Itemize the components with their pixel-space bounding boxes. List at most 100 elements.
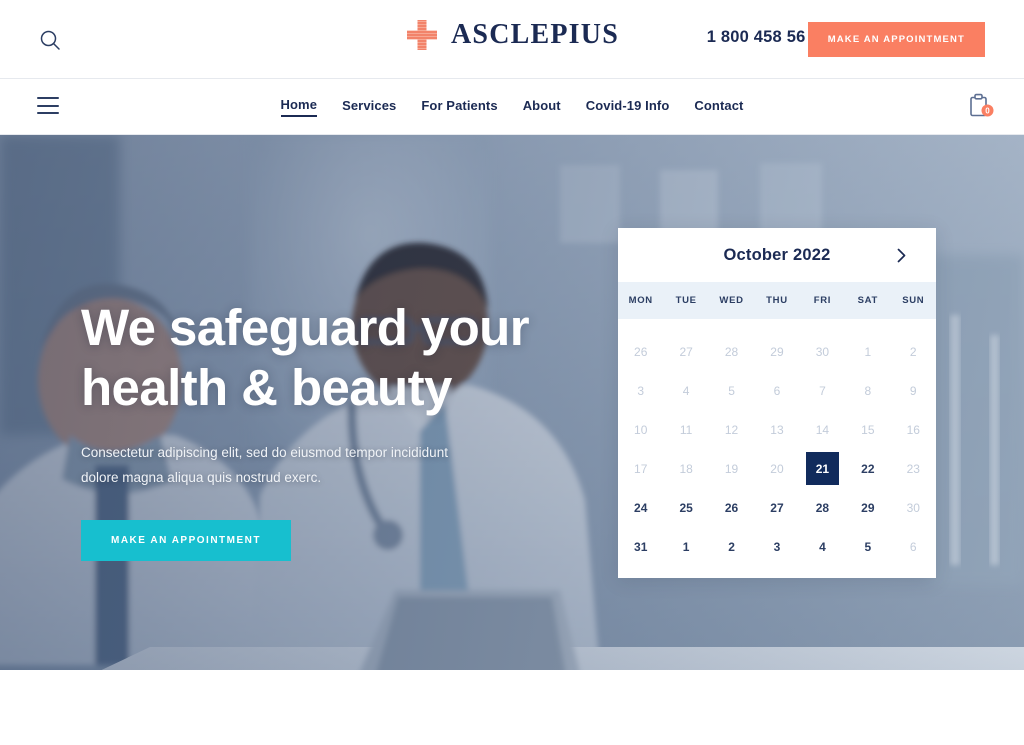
calendar-day: 19 (709, 449, 754, 488)
nav-item-services[interactable]: Services (342, 98, 396, 116)
calendar-day-number: 1 (682, 539, 690, 554)
calendar-day: 2 (891, 332, 936, 371)
calendar-day-number: 15 (861, 422, 875, 437)
calendar-day: 28 (709, 332, 754, 371)
calendar-day: 17 (618, 449, 663, 488)
calendar-day[interactable]: 24 (618, 488, 663, 527)
calendar-day: 18 (663, 449, 708, 488)
calendar-day-number: 6 (773, 383, 781, 398)
calendar-day-number: 27 (770, 500, 784, 515)
calendar-day: 23 (891, 449, 936, 488)
calendar-day-number: 19 (724, 461, 739, 476)
calendar-day-number: 26 (724, 500, 739, 515)
make-appointment-button-header[interactable]: MAKE AN APPOINTMENT (807, 22, 985, 57)
calendar-day: 5 (709, 371, 754, 410)
weekday-mon: MON (628, 295, 653, 306)
calendar-weekday-header: MON TUE WED THU FRI SAT SUN (618, 282, 936, 319)
hero-title: We safeguard your health & beauty (81, 298, 581, 418)
calendar-day-number: 30 (906, 500, 920, 515)
calendar-day-number: 2 (728, 539, 735, 554)
calendar-day: 29 (754, 332, 799, 371)
calendar-day[interactable]: 29 (845, 488, 890, 527)
calendar-day-number: 5 (864, 539, 872, 554)
calendar-day-number: 8 (864, 383, 872, 398)
calendar-day: 4 (663, 371, 708, 410)
calendar-day-number: 27 (679, 344, 693, 359)
calendar-day-selected[interactable]: 21 (800, 449, 845, 488)
main-navigation-bar: Home Services For Patients About Covid-1… (0, 79, 1024, 135)
nav-links: Home Services For Patients About Covid-1… (0, 79, 1024, 135)
calendar-day[interactable]: 22 (845, 449, 890, 488)
hero-title-line-1: We safeguard your (81, 299, 530, 356)
calendar-month-label: October 2022 (723, 245, 831, 264)
calendar-day: 7 (800, 371, 845, 410)
calendar-day: 13 (754, 410, 799, 449)
calendar-day[interactable]: 1 (663, 527, 708, 566)
weekday-fri: FRI (813, 295, 832, 306)
nav-item-covid-19-info[interactable]: Covid-19 Info (586, 98, 670, 116)
calendar-day: 3 (618, 371, 663, 410)
calendar-day-number: 4 (682, 383, 690, 398)
clipboard-icon: 0 (970, 93, 994, 117)
weekday-wed: WED (719, 295, 744, 306)
weekday-thu: THU (766, 295, 788, 306)
calendar-day-number: 21 (805, 452, 839, 485)
calendar-day-number: 3 (637, 383, 645, 398)
calendar-day[interactable]: 26 (709, 488, 754, 527)
calendar-day: 15 (845, 410, 890, 449)
hero-title-line-2: health & beauty (81, 359, 452, 416)
make-appointment-button-hero[interactable]: MAKE AN APPOINTMENT (81, 520, 291, 561)
calendar-day[interactable]: 3 (754, 527, 799, 566)
calendar-day[interactable]: 28 (800, 488, 845, 527)
calendar-day-number: 28 (724, 344, 739, 359)
calendar-day-number: 13 (770, 422, 784, 437)
calendar-day-number: 10 (634, 422, 648, 437)
nav-item-contact[interactable]: Contact (694, 98, 743, 116)
calendar-day[interactable]: 2 (709, 527, 754, 566)
calendar-day-number: 4 (819, 539, 826, 554)
calendar-day-number: 30 (815, 344, 830, 359)
calendar-day-number: 29 (770, 344, 784, 359)
medical-cross-icon (407, 20, 438, 50)
calendar-day: 30 (800, 332, 845, 371)
nav-item-for-patients[interactable]: For Patients (421, 98, 497, 116)
calendar-day-number: 29 (861, 500, 875, 515)
calendar-day-number: 5 (728, 383, 735, 398)
calendar-day-number: 6 (909, 539, 917, 554)
calendar-day: 8 (845, 371, 890, 410)
calendar-day-number: 9 (909, 383, 917, 398)
calendar-day-number: 11 (679, 422, 693, 437)
hero-content: We safeguard your health & beauty Consec… (81, 298, 581, 561)
nav-item-about[interactable]: About (523, 98, 561, 116)
calendar-day: 11 (663, 410, 708, 449)
calendar-day-number: 12 (724, 422, 739, 437)
calendar-day-number: 25 (679, 500, 693, 515)
calendar-day-number: 23 (906, 461, 920, 476)
calendar-day[interactable]: 25 (663, 488, 708, 527)
calendar-day[interactable]: 31 (618, 527, 663, 566)
calendar-day-number: 17 (634, 461, 648, 476)
chevron-right-icon[interactable] (890, 244, 912, 266)
calendar-day[interactable]: 5 (845, 527, 890, 566)
calendar-day: 6 (891, 527, 936, 566)
brand-name: ASCLEPIUS (451, 19, 619, 50)
calendar-day-number: 22 (861, 461, 875, 476)
clipboard-cart-button[interactable]: 0 (964, 92, 998, 122)
weekday-sat: SAT (857, 295, 879, 306)
calendar-day-number: 28 (815, 500, 830, 515)
calendar-day: 27 (663, 332, 708, 371)
calendar-day-number: 20 (770, 461, 784, 476)
calendar-day: 26 (618, 332, 663, 371)
calendar-day[interactable]: 27 (754, 488, 799, 527)
calendar-day-number: 2 (909, 344, 917, 359)
weekday-sun: SUN (902, 295, 925, 306)
hero-subtitle: Consectetur adipiscing elit, sed do eius… (81, 445, 448, 485)
calendar-day[interactable]: 4 (800, 527, 845, 566)
cart-badge-count: 0 (985, 107, 990, 116)
calendar-date-grid: 26 27 28 29 30 1 2 3 4 5 6 7 8 9 10 11 12 13 14 15 16 17 18 19 2… (618, 319, 936, 566)
calendar-day: 14 (800, 410, 845, 449)
nav-item-home[interactable]: Home (280, 97, 318, 117)
calendar-day: 10 (618, 410, 663, 449)
calendar-day: 12 (709, 410, 754, 449)
calendar-day: 30 (891, 488, 936, 527)
